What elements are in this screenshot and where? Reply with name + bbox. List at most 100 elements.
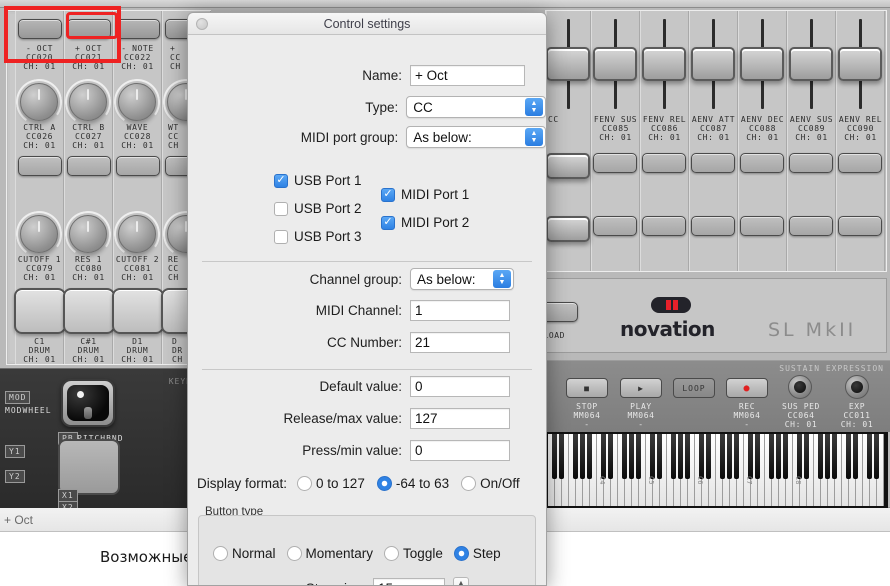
midi-port-1-row[interactable]: ✓ MIDI Port 1 [381, 187, 469, 202]
midi-port-group-select[interactable]: As below: ▲ ▼ [406, 126, 546, 148]
piano-black-key[interactable] [769, 434, 775, 479]
button-type-toggle-radio[interactable] [384, 546, 400, 561]
drum-pad[interactable] [63, 288, 115, 334]
type-select[interactable]: CC ▲ ▼ [406, 96, 546, 118]
piano-black-key[interactable] [678, 434, 684, 479]
usb-port-3-checkbox[interactable] [274, 229, 288, 244]
piano-black-key[interactable] [874, 434, 880, 479]
piano-black-key[interactable] [650, 434, 656, 479]
fader-cap[interactable] [740, 47, 784, 81]
y2-tag[interactable]: Y2 [5, 470, 25, 483]
device-window-titlebar[interactable] [0, 0, 890, 8]
piano-black-key[interactable] [573, 434, 579, 479]
midi-channel-input[interactable]: 1 [410, 299, 510, 321]
fader-cap-lower2[interactable] [546, 216, 590, 242]
piano-black-key[interactable] [671, 434, 677, 479]
fader-button-a[interactable] [740, 153, 784, 173]
fader-cap[interactable] [593, 47, 637, 81]
sustain-pedal-jack[interactable] [788, 375, 812, 399]
piano-black-key[interactable] [720, 434, 726, 479]
expression-pedal-jack[interactable] [845, 375, 869, 399]
piano-black-key[interactable] [867, 434, 873, 479]
knob[interactable] [118, 83, 156, 121]
knob[interactable] [118, 215, 156, 253]
piano-black-key[interactable] [783, 434, 789, 479]
close-icon[interactable] [196, 17, 208, 30]
usb-port-2-checkbox[interactable] [274, 201, 288, 216]
button-type-normal-radio[interactable] [213, 546, 228, 561]
drum-pad[interactable] [14, 288, 66, 334]
fader-cap[interactable] [789, 47, 833, 81]
chevron-updown-icon[interactable]: ▲ ▼ [493, 270, 511, 288]
rec-button[interactable]: ● [726, 378, 768, 398]
dialog-titlebar[interactable]: Control settings [188, 13, 546, 35]
piano-black-key[interactable] [748, 434, 754, 479]
top-button[interactable] [116, 19, 160, 39]
usb-port-1-row[interactable]: ✓ USB Port 1 [274, 173, 362, 188]
fader-button-b[interactable] [740, 216, 784, 236]
piano-black-key[interactable] [853, 434, 859, 479]
piano-black-key[interactable] [608, 434, 614, 479]
mid-button[interactable] [116, 156, 160, 176]
drum-pad[interactable] [112, 288, 164, 334]
loop-button[interactable]: LOOP [673, 378, 715, 398]
xy-touchpad[interactable] [58, 439, 120, 495]
display-format-64-63-radio[interactable] [376, 476, 392, 491]
fader-cap[interactable] [838, 47, 882, 81]
piano-black-key[interactable] [755, 434, 761, 479]
piano-black-key[interactable] [825, 434, 831, 479]
piano-black-key[interactable] [629, 434, 635, 479]
default-value-input[interactable]: 0 [410, 375, 510, 397]
channel-group-select[interactable]: As below: ▲ ▼ [410, 268, 514, 290]
knob[interactable] [69, 215, 107, 253]
fader-button-a[interactable] [838, 153, 882, 173]
piano-black-key[interactable] [559, 434, 565, 479]
fader-button-b[interactable] [642, 216, 686, 236]
fader-button-a[interactable] [593, 153, 637, 173]
piano-black-key[interactable] [685, 434, 691, 479]
usb-port-1-checkbox[interactable]: ✓ [274, 173, 288, 188]
cc-number-input[interactable]: 21 [410, 331, 510, 353]
fader-cap[interactable] [546, 47, 590, 81]
piano-black-key[interactable] [706, 434, 712, 479]
top-button[interactable] [67, 19, 111, 39]
top-button[interactable] [18, 19, 62, 39]
midi-port-2-row[interactable]: ✓ MIDI Port 2 [381, 215, 469, 230]
fader-button-b[interactable] [593, 216, 637, 236]
piano-black-key[interactable] [601, 434, 607, 479]
piano-black-key[interactable] [622, 434, 628, 479]
fader-cap-lower[interactable] [546, 153, 590, 179]
piano-black-key[interactable] [832, 434, 838, 479]
step-size-input[interactable]: 15 [373, 577, 445, 585]
piano-black-key[interactable] [776, 434, 782, 479]
button-type-step-radio[interactable] [453, 546, 469, 561]
usb-port-2-row[interactable]: USB Port 2 [274, 201, 362, 216]
fader-button-b[interactable] [691, 216, 735, 236]
piano-black-key[interactable] [797, 434, 803, 479]
usb-port-3-row[interactable]: USB Port 3 [274, 229, 362, 244]
piano-black-key[interactable] [818, 434, 824, 479]
mod-tag[interactable]: MOD [5, 391, 31, 404]
fader-cap[interactable] [691, 47, 735, 81]
piano-black-key[interactable] [727, 434, 733, 479]
chevron-updown-icon[interactable]: ▲ ▼ [525, 128, 543, 146]
piano-black-key[interactable] [699, 434, 705, 479]
display-format-0-127-radio[interactable] [297, 476, 313, 491]
y1-tag[interactable]: Y1 [5, 445, 25, 458]
fader-cap[interactable] [642, 47, 686, 81]
release-max-input[interactable]: 127 [410, 407, 510, 429]
piano-black-key[interactable] [734, 434, 740, 479]
piano-black-key[interactable] [580, 434, 586, 479]
play-button[interactable]: ▶ [620, 378, 662, 398]
chevron-updown-icon[interactable]: ▲ ▼ [525, 98, 543, 116]
piano-black-key[interactable] [804, 434, 810, 479]
display-format-onoff-radio[interactable] [461, 476, 477, 491]
fader-button-b[interactable] [838, 216, 882, 236]
control-settings-dialog[interactable]: Control settings Name: + Oct Type: CC ▲ ▼… [187, 12, 547, 586]
midi-port-1-checkbox[interactable]: ✓ [381, 187, 395, 202]
knob[interactable] [20, 215, 58, 253]
fader-button-b[interactable] [789, 216, 833, 236]
name-input[interactable]: + Oct [410, 64, 525, 86]
fader-button-a[interactable] [642, 153, 686, 173]
button-type-momentary-radio[interactable] [286, 546, 302, 561]
